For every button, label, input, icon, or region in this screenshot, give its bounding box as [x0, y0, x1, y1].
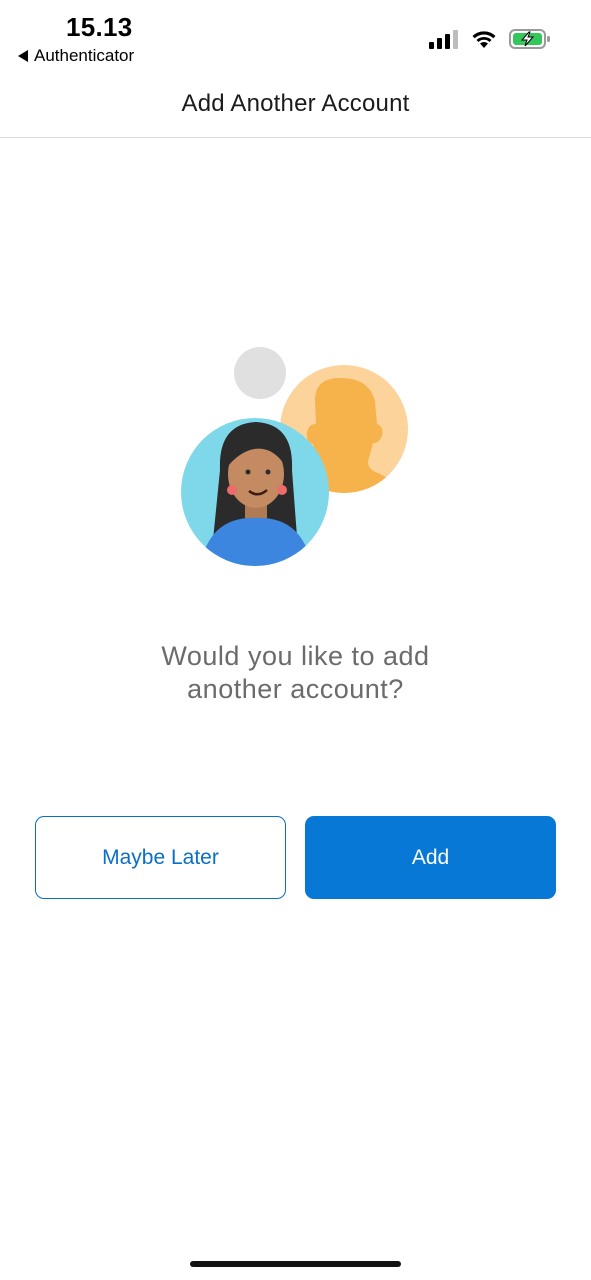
back-to-app-link[interactable]: Authenticator — [18, 46, 134, 66]
prompt-line-1: Would you like to add — [161, 641, 430, 671]
accounts-illustration — [181, 347, 408, 566]
status-icons — [429, 28, 551, 50]
woman-avatar-icon — [181, 418, 329, 566]
signal-icon — [429, 30, 458, 49]
battery-charging-icon — [509, 29, 550, 49]
status-time: 15.13 — [66, 12, 133, 42]
add-account-prompt: Would you like to add another account? — [80, 640, 511, 706]
back-app-label: Authenticator — [34, 46, 135, 65]
maybe-later-button[interactable]: Maybe Later — [35, 816, 286, 899]
status-bar: 15.13 Authenticator — [0, 0, 591, 80]
add-button[interactable]: Add — [305, 816, 556, 899]
home-indicator[interactable] — [190, 1261, 401, 1267]
navigation-bar: Add Another Account — [0, 80, 591, 138]
page-title: Add Another Account — [181, 90, 410, 117]
wifi-icon — [472, 31, 496, 48]
placeholder-avatar-icon — [234, 347, 286, 399]
back-arrow-icon — [18, 50, 28, 62]
prompt-line-2: another account? — [187, 674, 404, 704]
